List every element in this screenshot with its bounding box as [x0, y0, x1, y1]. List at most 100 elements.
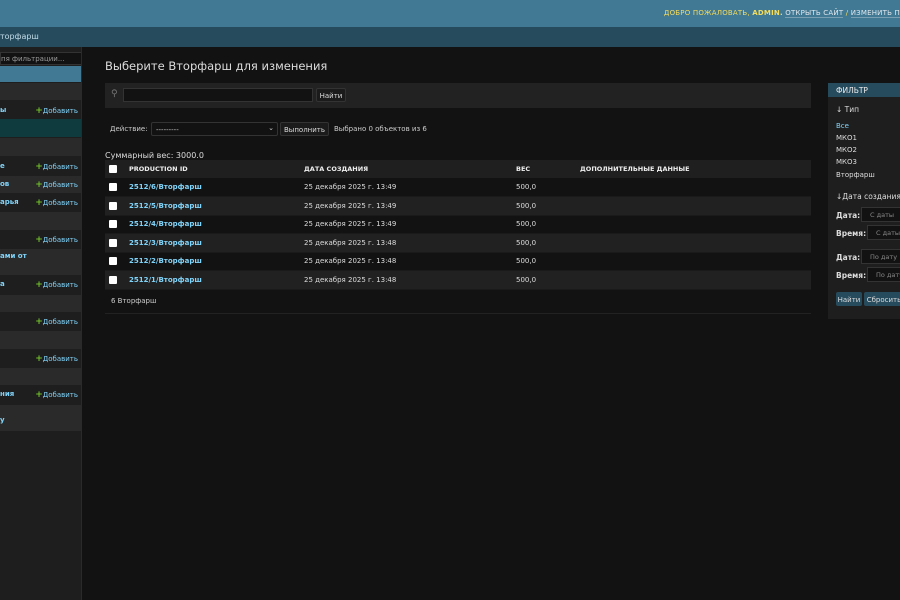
- table-row: 2512/3/Вторфарш 25 декабря 2025 г. 13:48…: [105, 233, 811, 253]
- filter-title: ФИЛЬТР: [828, 83, 900, 97]
- sidebar-item[interactable]: +Добавить: [0, 231, 81, 248]
- production-id-link[interactable]: 2512/1/Вторфарш: [129, 276, 202, 284]
- extra-data-cell: [576, 178, 811, 197]
- select-all-checkbox[interactable]: [109, 165, 117, 173]
- sidebar: пя фильтрации... ы +Добавить е +Добавить о…: [0, 47, 82, 600]
- sidebar-section-header: [0, 295, 81, 312]
- weight-cell: 500,0: [512, 252, 576, 271]
- plus-icon: +: [35, 198, 43, 208]
- action-counter: Выбрано 0 объектов из 6: [334, 125, 427, 133]
- breadcrumb: торфарш: [0, 27, 900, 47]
- table-row: 2512/4/Вторфарш 25 декабря 2025 г. 13:49…: [105, 215, 811, 234]
- add-label: Добавить: [42, 107, 78, 115]
- plus-icon: +: [35, 235, 43, 245]
- add-label: Добавить: [42, 355, 78, 363]
- sidebar-module-header[interactable]: [0, 66, 81, 82]
- extra-data-cell: [576, 215, 811, 234]
- sidebar-section-header: [0, 212, 81, 230]
- add-label: Добавить: [42, 236, 78, 244]
- filter-option[interactable]: Все: [836, 122, 849, 130]
- sidebar-item[interactable]: е +Добавить: [0, 157, 81, 175]
- sidebar-item-label: е: [0, 162, 5, 170]
- change-password-link[interactable]: ИЗМЕНИТЬ П: [850, 9, 900, 18]
- extra-data-cell: [576, 196, 811, 216]
- sidebar-section-header: [0, 368, 81, 385]
- row-checkbox[interactable]: [109, 238, 117, 247]
- add-link[interactable]: +Добавить: [35, 354, 78, 364]
- table-row: 2512/1/Вторфарш 25 декабря 2025 г. 13:48…: [105, 270, 811, 290]
- chevron-down-icon: ⌄: [268, 124, 274, 132]
- add-link[interactable]: +Добавить: [35, 180, 78, 190]
- production-id-link[interactable]: 2512/6/Вторфарш: [129, 183, 202, 191]
- time-from-input[interactable]: С даты: [867, 225, 900, 240]
- sidebar-item[interactable]: ов +Добавить: [0, 176, 81, 193]
- row-checkbox[interactable]: [109, 183, 117, 191]
- column-production-id[interactable]: PRODUCTION ID: [125, 160, 300, 178]
- add-label: Добавить: [42, 391, 78, 399]
- sidebar-item[interactable]: а +Добавить: [0, 276, 81, 294]
- sidebar-item[interactable]: ы +Добавить: [0, 101, 81, 119]
- user-tools: ДОБРО ПОЖАЛОВАТЬ, ADMIN. ОТКРЫТЬ САЙТ / …: [664, 9, 900, 18]
- date-from-label: Дата:: [836, 211, 861, 220]
- production-id-link[interactable]: 2512/3/Вторфарш: [129, 239, 202, 247]
- sidebar-section-header: [0, 83, 81, 100]
- row-checkbox[interactable]: [109, 257, 117, 266]
- sidebar-item-current[interactable]: [0, 119, 81, 137]
- filter-search-button[interactable]: Найти: [836, 292, 862, 306]
- sidebar-item[interactable]: ами от: [0, 249, 81, 275]
- table-row: 2512/2/Вторфарш 25 декабря 2025 г. 13:48…: [105, 252, 811, 271]
- sidebar-item[interactable]: арья +Добавить: [0, 194, 81, 212]
- production-id-link[interactable]: 2512/4/Вторфарш: [129, 220, 202, 228]
- production-id-link[interactable]: 2512/5/Вторфарш: [129, 202, 202, 210]
- add-link[interactable]: +Добавить: [35, 390, 78, 400]
- add-link[interactable]: +Добавить: [35, 106, 78, 116]
- filter-option[interactable]: МКО1: [836, 134, 857, 142]
- date-to-input[interactable]: По дату: [861, 249, 900, 264]
- column-extra-data[interactable]: ДОПОЛНИТЕЛЬНЫЕ ДАННЫЕ: [576, 160, 811, 178]
- search-input[interactable]: [123, 88, 313, 102]
- add-link[interactable]: +Добавить: [35, 198, 78, 208]
- plus-icon: +: [35, 317, 43, 327]
- results-table: PRODUCTION ID ДАТА СОЗДАНИЯ ВЕС ДОПОЛНИТ…: [105, 160, 811, 290]
- action-selected: ---------: [156, 126, 179, 134]
- action-select[interactable]: --------- ⌄: [151, 122, 278, 136]
- sidebar-item-label: арья: [0, 198, 19, 206]
- row-checkbox[interactable]: [109, 201, 117, 210]
- search-button[interactable]: Найти: [316, 88, 346, 102]
- view-site-link[interactable]: ОТКРЫТЬ САЙТ: [785, 9, 844, 18]
- row-checkbox[interactable]: [109, 220, 117, 229]
- sidebar-item[interactable]: у: [0, 405, 81, 431]
- filter-option[interactable]: Вторфарш: [836, 171, 875, 179]
- row-checkbox[interactable]: [109, 275, 117, 284]
- add-link[interactable]: +Добавить: [35, 235, 78, 245]
- search-toolbar: ⚲ Найти: [105, 83, 811, 108]
- add-label: Добавить: [42, 163, 78, 171]
- time-to-label: Время:: [836, 271, 867, 280]
- filter-option[interactable]: МКО2: [836, 146, 857, 154]
- search-icon: ⚲: [111, 89, 118, 99]
- sidebar-item-label: ния: [0, 390, 15, 398]
- sidebar-item[interactable]: +Добавить: [0, 313, 81, 330]
- sidebar-item-label: а: [0, 280, 5, 288]
- created-date-cell: 25 декабря 2025 г. 13:48: [300, 270, 512, 290]
- created-date-cell: 25 декабря 2025 г. 13:49: [300, 196, 512, 216]
- production-id-link[interactable]: 2512/2/Вторфарш: [129, 257, 202, 265]
- sidebar-item[interactable]: ния +Добавить: [0, 386, 81, 404]
- sidebar-section-header: [0, 331, 81, 349]
- add-link[interactable]: +Добавить: [35, 280, 78, 290]
- plus-icon: +: [35, 106, 43, 116]
- filter-option[interactable]: МКО3: [836, 158, 857, 166]
- plus-icon: +: [35, 354, 43, 364]
- add-link[interactable]: +Добавить: [35, 162, 78, 172]
- column-weight[interactable]: ВЕС: [512, 160, 576, 178]
- date-from-input[interactable]: С даты: [861, 207, 900, 222]
- time-to-input[interactable]: По дату: [867, 267, 900, 282]
- add-link[interactable]: +Добавить: [35, 317, 78, 327]
- column-created-date[interactable]: ДАТА СОЗДАНИЯ: [300, 160, 512, 178]
- created-date-cell: 25 декабря 2025 г. 13:49: [300, 178, 512, 197]
- created-date-cell: 25 декабря 2025 г. 13:48: [300, 233, 512, 253]
- sidebar-filter-input[interactable]: пя фильтрации...: [0, 52, 81, 65]
- sidebar-item[interactable]: +Добавить: [0, 350, 81, 367]
- filter-reset-button[interactable]: Сбросить: [864, 292, 900, 306]
- run-action-button[interactable]: Выполнить: [280, 122, 329, 136]
